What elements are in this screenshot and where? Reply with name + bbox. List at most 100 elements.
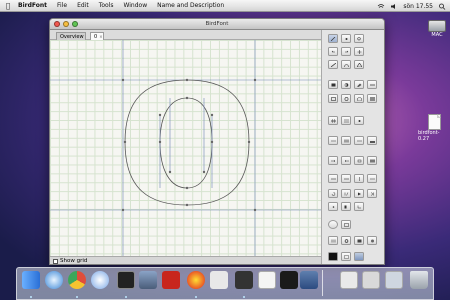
- stack-dock-icon[interactable]: [385, 271, 403, 289]
- rectangle-tool-icon[interactable]: [328, 94, 338, 103]
- menu-file[interactable]: File: [57, 2, 67, 9]
- glyph-canvas[interactable]: [50, 40, 321, 256]
- desktop-drive-label: MAC: [431, 32, 443, 38]
- preview-dock-icon[interactable]: [258, 271, 276, 289]
- textedit-dock-icon[interactable]: [280, 271, 298, 289]
- calendar-dock-icon[interactable]: [210, 271, 228, 289]
- zoom-window-button[interactable]: [72, 21, 78, 27]
- spotlight-icon[interactable]: [438, 3, 446, 10]
- dot-tool-icon[interactable]: [328, 202, 338, 211]
- tab-overview[interactable]: Overview: [56, 32, 86, 40]
- running-indicator: [76, 296, 78, 298]
- app-red-dock-icon[interactable]: [187, 271, 205, 289]
- point-tool-icon[interactable]: [341, 34, 351, 43]
- corner-tool-icon[interactable]: [354, 202, 364, 211]
- close-tab-icon[interactable]: ×: [99, 34, 102, 39]
- help-tool-icon[interactable]: [367, 236, 377, 245]
- desktop-drive-mac[interactable]: MAC: [428, 20, 446, 38]
- running-indicator: [30, 296, 32, 298]
- background-tool-icon[interactable]: [367, 136, 377, 145]
- window-titlebar[interactable]: BirdFont: [50, 19, 384, 30]
- move-right-tool-icon[interactable]: [341, 174, 351, 183]
- minimize-window-button[interactable]: [63, 21, 69, 27]
- circle-tool-icon[interactable]: [341, 94, 351, 103]
- tab-glyph-0[interactable]: 0 ×: [90, 32, 104, 40]
- preview-square-tool-icon[interactable]: [341, 220, 351, 229]
- resize-tool-icon[interactable]: [367, 156, 377, 165]
- polygon-tool-icon[interactable]: [354, 94, 364, 103]
- fill-tool-icon[interactable]: [328, 80, 338, 89]
- insert-tool-icon[interactable]: [354, 47, 364, 56]
- ratio-tool-icon[interactable]: [341, 189, 351, 198]
- running-indicator: [125, 296, 127, 298]
- align-tool-icon[interactable]: [341, 116, 351, 125]
- show-grid-checkbox[interactable]: [53, 259, 58, 264]
- app-3-dock-icon[interactable]: [300, 271, 318, 289]
- snap-tool-icon[interactable]: [354, 116, 364, 125]
- export-tool-icon[interactable]: [328, 236, 338, 245]
- brush-tool-icon[interactable]: [354, 80, 364, 89]
- arrow-right-tool-icon[interactable]: [328, 156, 338, 165]
- next-tool-icon[interactable]: [367, 189, 377, 198]
- document-icon: [427, 114, 441, 130]
- itunes-dock-icon[interactable]: [91, 271, 109, 289]
- birdfont-window: BirdFont Overview 0 × Show grid: [49, 18, 385, 265]
- zoom-tool-icon[interactable]: [354, 34, 364, 43]
- play-tool-icon[interactable]: [354, 189, 364, 198]
- dashboard-dock-icon[interactable]: [139, 271, 157, 289]
- bezier-tool-icon[interactable]: [341, 60, 351, 69]
- contrast-tool-icon[interactable]: [341, 80, 351, 89]
- close-window-button[interactable]: [54, 21, 60, 27]
- wifi-icon[interactable]: [377, 3, 385, 10]
- spacing-tool-icon[interactable]: [341, 136, 351, 145]
- grid-tool-icon[interactable]: [328, 116, 338, 125]
- half-tool-icon[interactable]: [341, 202, 351, 211]
- scale-tool-icon[interactable]: [354, 156, 364, 165]
- documents-dock-icon[interactable]: [362, 271, 380, 289]
- settings-gear-icon[interactable]: [341, 236, 351, 245]
- redo-tool-icon[interactable]: [341, 47, 351, 56]
- line-tool-icon[interactable]: [367, 80, 377, 89]
- window-controls: [54, 21, 78, 27]
- menu-name-and-description[interactable]: Name and Description: [157, 2, 224, 9]
- finder-dock-icon[interactable]: [22, 271, 40, 289]
- guide-tool-icon[interactable]: [354, 136, 364, 145]
- rotate-tool-icon[interactable]: [328, 189, 338, 198]
- knife-tool-icon[interactable]: [328, 60, 338, 69]
- menu-window[interactable]: Window: [123, 2, 147, 9]
- wifi-dock-icon[interactable]: [235, 271, 253, 289]
- apple-icon[interactable]: : [3, 2, 13, 10]
- menu-birdfont[interactable]: BirdFont: [18, 2, 47, 9]
- blue-color-swatch[interactable]: [354, 252, 364, 261]
- safari-dock-icon[interactable]: [45, 271, 63, 289]
- arrow-left-tool-icon[interactable]: [341, 156, 351, 165]
- downloads-dock-icon[interactable]: [340, 271, 358, 289]
- move-left-tool-icon[interactable]: [328, 174, 338, 183]
- chrome-dock-icon[interactable]: [68, 271, 86, 289]
- gradient-tool-icon[interactable]: [367, 94, 377, 103]
- preview-circle-tool-icon[interactable]: [328, 220, 338, 229]
- shape-tool-icon[interactable]: [354, 60, 364, 69]
- desktop-file-birdfont[interactable]: birdfont-0.27: [418, 114, 450, 142]
- terminal-dock-icon[interactable]: [117, 271, 135, 289]
- kerning-tool-icon[interactable]: [328, 136, 338, 145]
- flip-h-tool-icon[interactable]: [354, 174, 364, 183]
- toolbox-panel: [321, 30, 384, 264]
- glyph-outline[interactable]: [50, 40, 321, 256]
- menu-tools[interactable]: Tools: [99, 2, 114, 9]
- color-picker-icon[interactable]: [341, 252, 351, 261]
- trash-dock-icon[interactable]: [410, 271, 428, 289]
- desktop-file-label: birdfont-0.27: [418, 130, 440, 142]
- volume-icon[interactable]: [390, 3, 398, 10]
- running-indicator: [195, 296, 197, 298]
- flip-v-tool-icon[interactable]: [367, 174, 377, 183]
- menubar-clock[interactable]: sön 17.55: [403, 3, 433, 10]
- running-indicator: [243, 296, 245, 298]
- filezilla-dock-icon[interactable]: [162, 271, 180, 289]
- undo-tool-icon[interactable]: [328, 47, 338, 56]
- export-image-tool-icon[interactable]: [354, 236, 364, 245]
- black-color-swatch[interactable]: [328, 252, 338, 261]
- status-bar: Show grid: [50, 256, 321, 264]
- pen-tool-icon[interactable]: [328, 34, 338, 43]
- menu-edit[interactable]: Edit: [77, 2, 89, 9]
